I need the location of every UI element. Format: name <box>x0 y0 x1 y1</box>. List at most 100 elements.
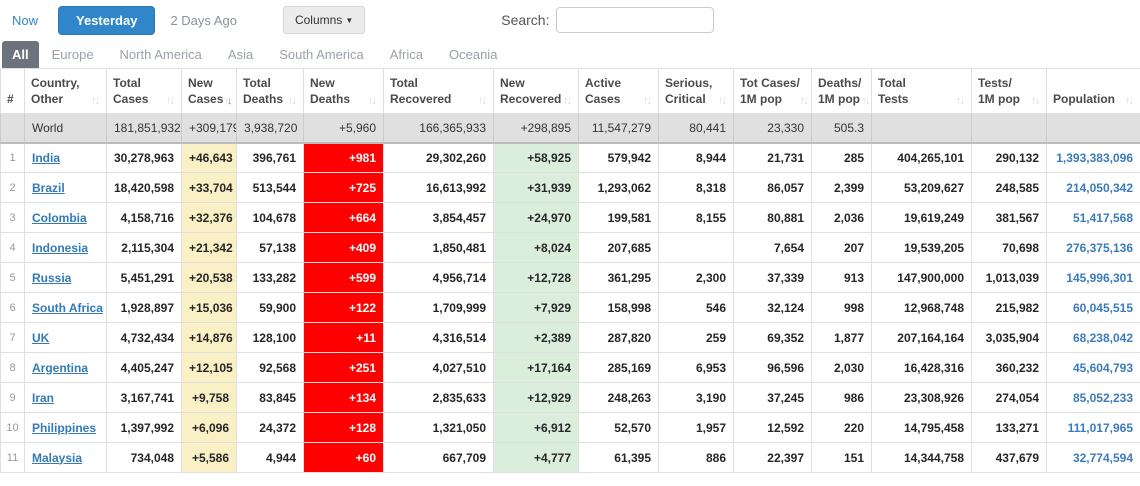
cell-deaths_1m: 220 <box>811 412 872 443</box>
cell-rank: 1 <box>0 142 25 173</box>
cell-new_deaths: +60 <box>303 442 384 473</box>
sort-icon[interactable]: ↑↓ <box>368 95 377 107</box>
sort-icon[interactable]: ↑↓ <box>166 95 175 107</box>
col-header-population[interactable]: Population ↑↓ <box>1046 68 1140 114</box>
cell-tests_1m: 381,567 <box>971 202 1047 233</box>
cell-new_deaths: +725 <box>303 172 384 203</box>
cell-total_cases: 30,278,963 <box>106 142 182 173</box>
col-header-active_cases[interactable]: Active Cases ↑↓ <box>578 68 659 114</box>
col-header-label: Deaths/1M pop <box>818 76 862 106</box>
search-input[interactable] <box>556 7 715 33</box>
col-header-serious_critical[interactable]: Serious, Critical ↑↓ <box>658 68 734 114</box>
cell-total_tests: 23,308,926 <box>871 382 972 413</box>
cell-deaths_1m: 505.3 <box>811 113 872 143</box>
tab-asia[interactable]: Asia <box>215 41 266 68</box>
col-header-total_cases[interactable]: Total Cases ↑↓ <box>106 68 182 114</box>
col-header-tot_cases_1m[interactable]: Tot Cases/1M pop ↑↓ <box>733 68 812 114</box>
cell-new_recovered: +2,389 <box>493 322 579 353</box>
sort-icon[interactable]: ↑↓ <box>91 95 100 107</box>
cell-total_recovered: 2,835,633 <box>383 382 494 413</box>
tab-all[interactable]: All <box>2 41 39 68</box>
cell-deaths_1m: 986 <box>811 382 872 413</box>
cell-total_cases: 1,397,992 <box>106 412 182 443</box>
cell-deaths_1m: 2,399 <box>811 172 872 203</box>
tab-north-america[interactable]: North America <box>107 41 215 68</box>
covid-stats-page: Now Yesterday 2 Days Ago Columns ▼ Search… <box>0 0 1140 473</box>
table-row: 4 Indonesia 2,115,304 +21,342 57,138 +409 1,85… <box>0 232 1140 263</box>
sort-icon[interactable]: ↑↓ <box>718 95 727 107</box>
cell-total_deaths: 3,938,720 <box>236 113 304 143</box>
col-header-new_deaths[interactable]: New Deaths ↑↓ <box>303 68 384 114</box>
cell-total_tests <box>871 113 972 143</box>
now-button[interactable]: Now <box>12 13 38 28</box>
tab-south-america[interactable]: South America <box>266 41 377 68</box>
cell-population: 214,050,342 <box>1046 172 1140 203</box>
cell-total_deaths: 128,100 <box>236 322 304 353</box>
cell-rank: 9 <box>0 382 25 413</box>
cell-rank: 6 <box>0 292 25 323</box>
col-header-total_tests[interactable]: Total Tests ↑↓ <box>871 68 972 114</box>
sort-icon[interactable]: ↑↓ <box>643 95 652 107</box>
cell-country: Iran <box>24 382 107 413</box>
country-link[interactable]: Philippines <box>32 421 96 435</box>
two-days-ago-button[interactable]: 2 Days Ago <box>170 13 237 28</box>
cell-rank: 8 <box>0 352 25 383</box>
cell-country: World <box>24 113 107 143</box>
cell-total_deaths: 24,372 <box>236 412 304 443</box>
col-header-label: New Cases <box>188 76 224 106</box>
cell-new_cases: +32,376 <box>181 202 237 233</box>
cell-new_recovered: +17,164 <box>493 352 579 383</box>
country-link[interactable]: Colombia <box>32 211 87 225</box>
table-row: 5 Russia 5,451,291 +20,538 133,282 +599 4,956,… <box>0 262 1140 293</box>
col-header-tests_1m[interactable]: Tests/1M pop ↑↓ <box>971 68 1047 114</box>
cell-rank: 3 <box>0 202 25 233</box>
cell-tot_cases_1m: 32,124 <box>733 292 812 323</box>
sort-icon[interactable]: ↑↓ <box>288 95 297 107</box>
cell-tot_cases_1m: 22,397 <box>733 442 812 473</box>
tab-europe[interactable]: Europe <box>39 41 107 68</box>
country-link[interactable]: India <box>32 151 60 165</box>
sort-icon[interactable]: ↑↓ <box>800 95 809 107</box>
tab-africa[interactable]: Africa <box>377 41 436 68</box>
cell-rank: 10 <box>0 412 25 443</box>
col-header-total_recovered[interactable]: Total Recovered ↑↓ <box>383 68 494 114</box>
sort-icon[interactable]: ↑↓ <box>956 95 965 107</box>
country-link[interactable]: South Africa <box>32 301 103 315</box>
col-header-new_cases[interactable]: New Cases ↑↓ <box>181 68 237 114</box>
country-link[interactable]: UK <box>32 331 49 345</box>
country-link[interactable]: Malaysia <box>32 451 82 465</box>
cell-total_deaths: 57,138 <box>236 232 304 263</box>
columns-dropdown-button[interactable]: Columns ▼ <box>282 6 366 34</box>
country-link[interactable]: Brazil <box>32 181 65 195</box>
col-header-country[interactable]: Country, Other ↑↓ <box>24 68 107 114</box>
col-header-total_deaths[interactable]: Total Deaths ↑↓ <box>236 68 304 114</box>
sort-icon[interactable]: ↑↓ <box>563 95 572 107</box>
cell-tot_cases_1m: 37,339 <box>733 262 812 293</box>
sort-icon[interactable]: ↑↓ <box>1031 95 1040 107</box>
country-link[interactable]: Argentina <box>32 361 88 375</box>
cell-active_cases: 285,169 <box>578 352 659 383</box>
sort-icon[interactable]: ↑↓ <box>478 95 487 107</box>
cell-total_cases: 5,451,291 <box>106 262 182 293</box>
cell-new_cases: +33,704 <box>181 172 237 203</box>
search-label: Search: <box>501 12 550 28</box>
col-header-new_recovered[interactable]: New Recovered ↑↓ <box>493 68 579 114</box>
col-header-deaths_1m[interactable]: Deaths/1M pop ↑↓ <box>811 68 872 114</box>
tab-oceania[interactable]: Oceania <box>436 41 510 68</box>
sort-icon[interactable]: ↑↓ <box>1125 95 1134 107</box>
cell-serious_critical: 8,318 <box>658 172 734 203</box>
cell-population: 1,393,383,096 <box>1046 142 1140 173</box>
sort-icon[interactable]: ↑↓ <box>861 95 870 107</box>
country-link[interactable]: Russia <box>32 271 71 285</box>
cell-total_cases: 18,420,598 <box>106 172 182 203</box>
country-link[interactable]: Iran <box>32 391 54 405</box>
cell-active_cases: 199,581 <box>578 202 659 233</box>
cell-new_recovered: +12,728 <box>493 262 579 293</box>
cell-new_deaths: +5,960 <box>303 113 384 143</box>
country-link[interactable]: Indonesia <box>32 241 88 255</box>
cell-tests_1m: 70,698 <box>971 232 1047 263</box>
cell-deaths_1m: 285 <box>811 142 872 173</box>
yesterday-button[interactable]: Yesterday <box>58 5 156 35</box>
cell-active_cases: 52,570 <box>578 412 659 443</box>
sort-icon[interactable]: ↑↓ <box>223 95 232 107</box>
